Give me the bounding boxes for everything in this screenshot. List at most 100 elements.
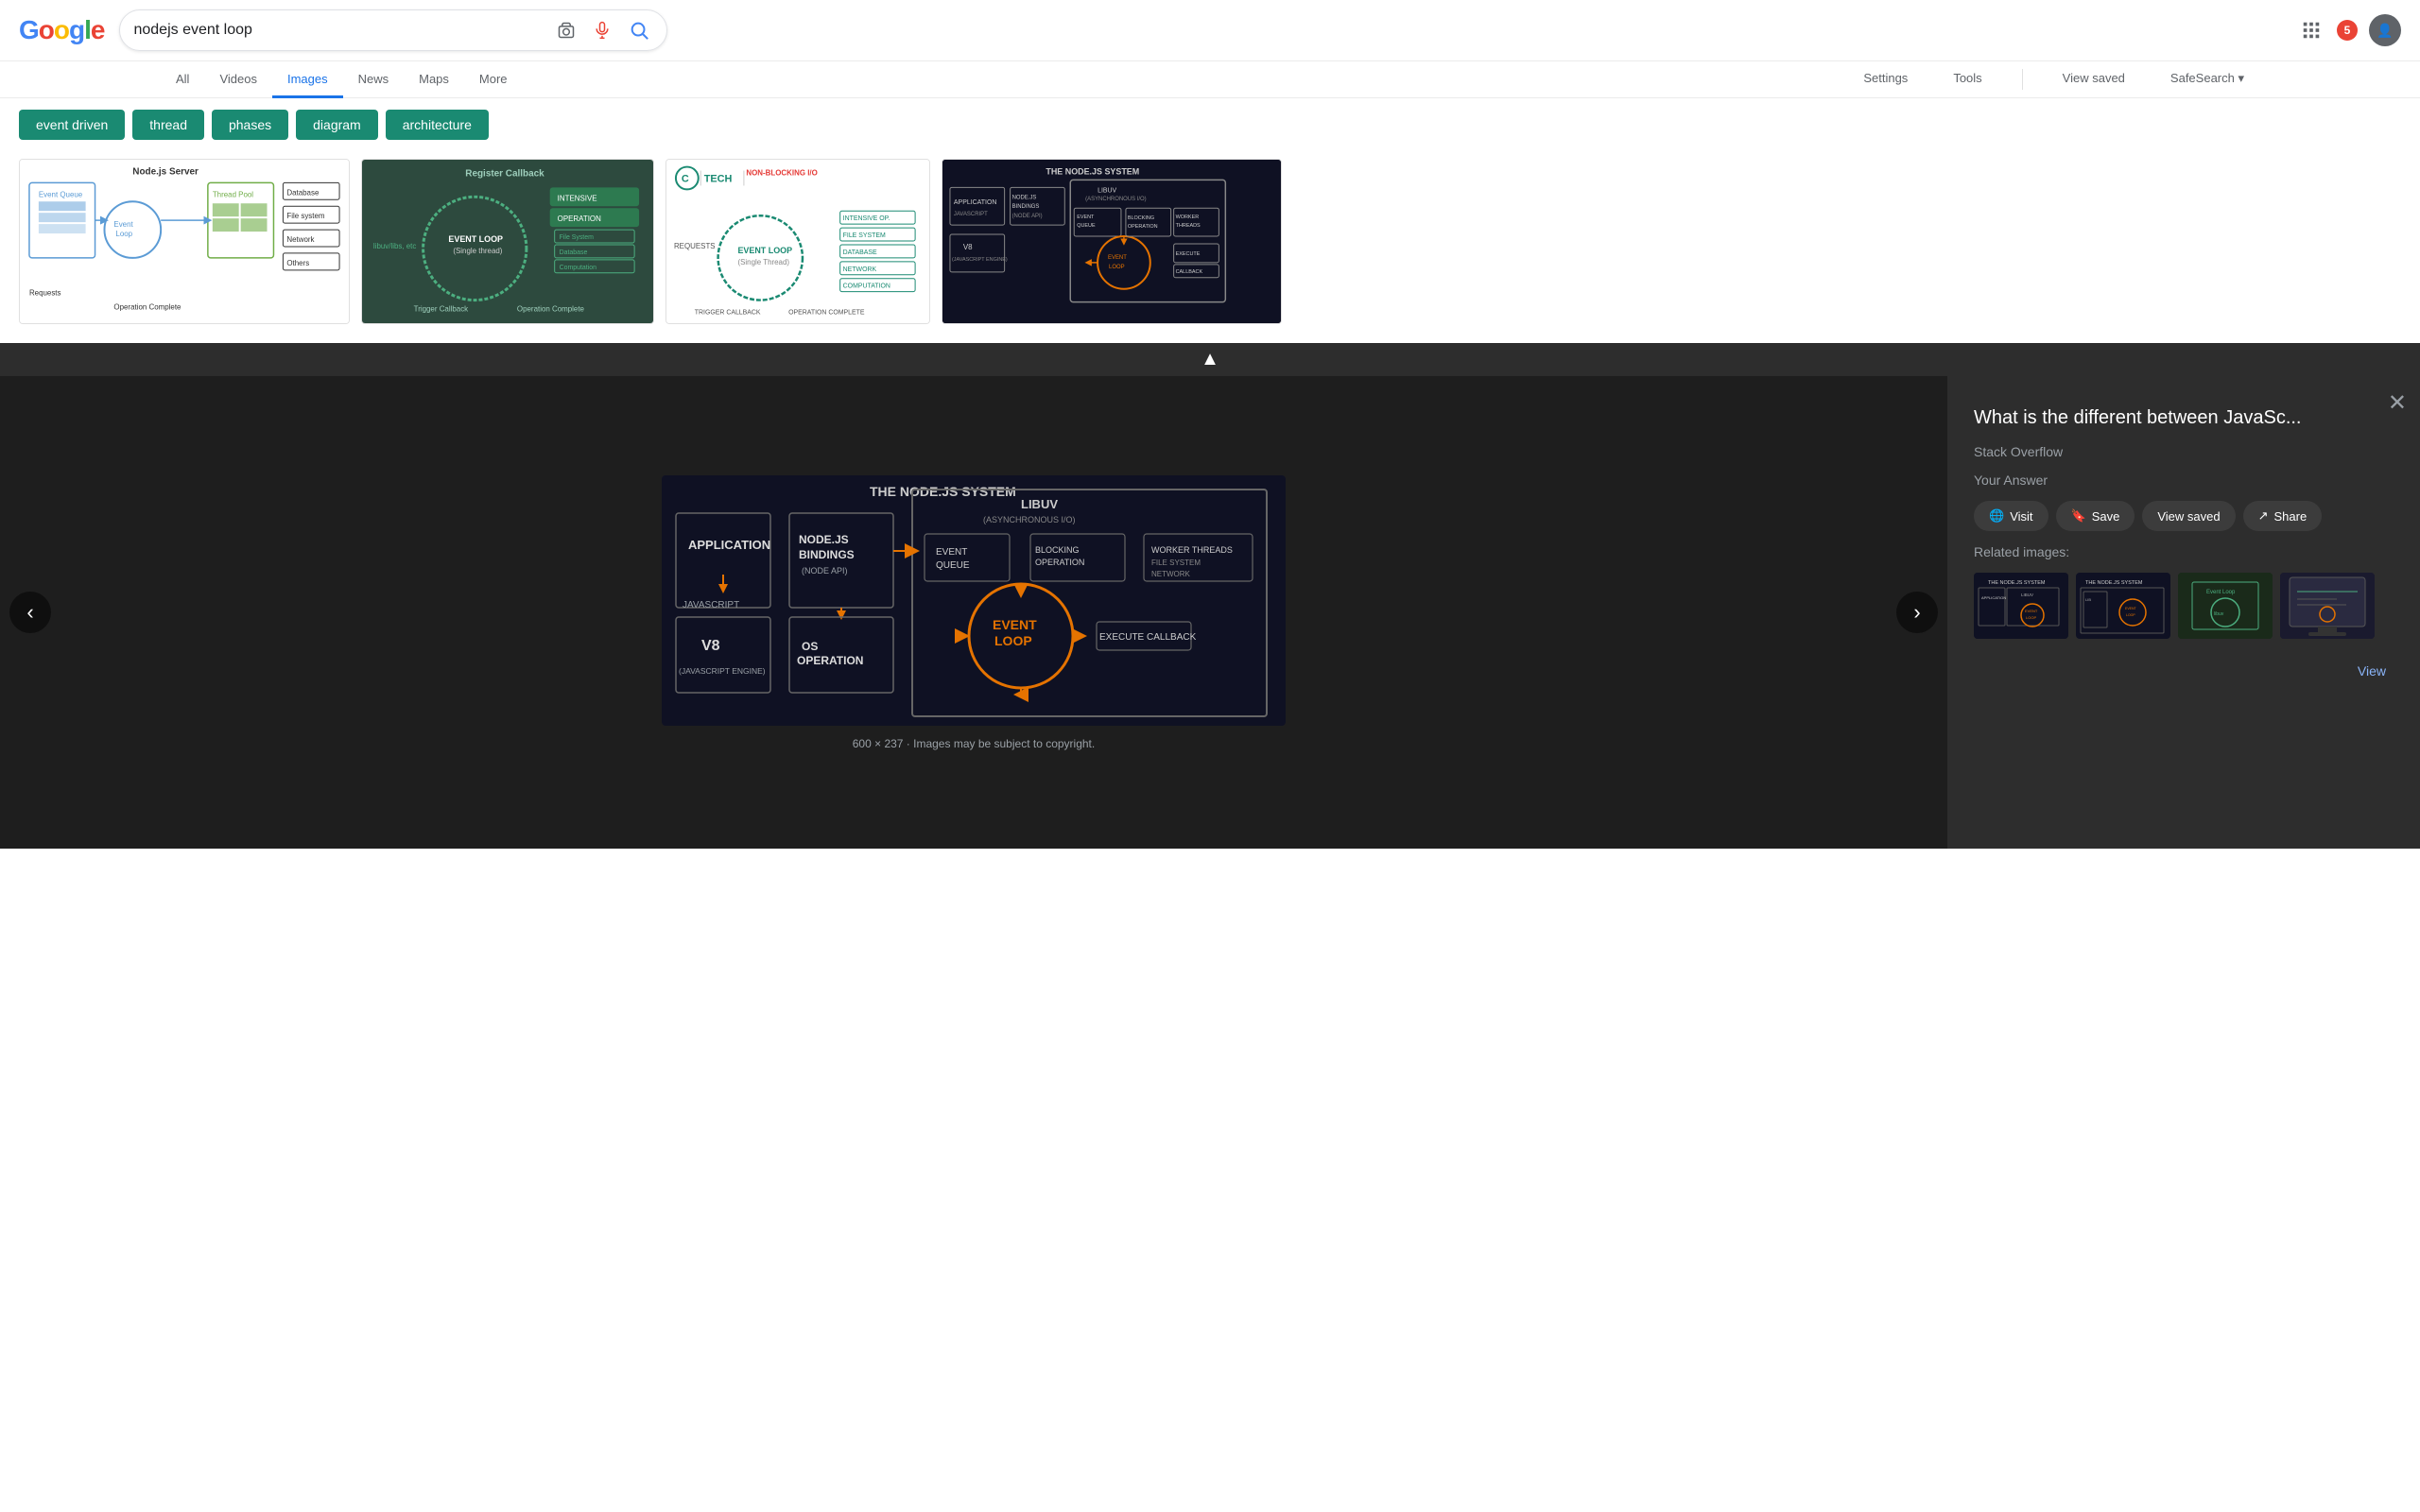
svg-text:Loop: Loop — [115, 230, 132, 238]
nav-maps[interactable]: Maps — [404, 62, 464, 98]
next-image-button[interactable]: › — [1896, 592, 1938, 633]
svg-text:WORKER THREADS: WORKER THREADS — [1151, 545, 1233, 555]
image-grid: Node.js Server Event Queue Thread Pool E… — [0, 151, 2420, 343]
save-button[interactable]: 🔖 Save — [2056, 501, 2135, 531]
chip-event-driven[interactable]: event driven — [19, 110, 125, 140]
svg-text:OS: OS — [802, 640, 818, 653]
svg-text:Requests: Requests — [29, 289, 61, 298]
svg-text:NODE.JS: NODE.JS — [799, 533, 849, 546]
svg-text:(JAVASCRIPT ENGINE): (JAVASCRIPT ENGINE) — [952, 257, 1008, 263]
svg-text:REQUESTS: REQUESTS — [674, 242, 716, 250]
svg-text:NETWORK: NETWORK — [1151, 570, 1191, 578]
notification-badge[interactable]: 5 — [2337, 20, 2358, 41]
chip-phases[interactable]: phases — [212, 110, 288, 140]
detail-title: What is the different between JavaSc... — [1974, 404, 2394, 431]
svg-text:OPERATION: OPERATION — [797, 654, 863, 667]
svg-text:Computation: Computation — [560, 265, 596, 271]
svg-text:Node.js Server: Node.js Server — [132, 166, 199, 177]
image-thumb-1[interactable]: Node.js Server Event Queue Thread Pool E… — [19, 159, 350, 324]
nav-news[interactable]: News — [343, 62, 405, 98]
svg-text:(ASYNCHRONOUS I/O): (ASYNCHRONOUS I/O) — [1085, 197, 1147, 202]
image-thumb-2[interactable]: Register Callback EVENT LOOP (Single thr… — [361, 159, 654, 324]
svg-text:BINDINGS: BINDINGS — [1012, 204, 1040, 210]
svg-text:THE NODE.JS SYSTEM: THE NODE.JS SYSTEM — [2085, 580, 2143, 586]
svg-text:BLOCKING: BLOCKING — [1035, 545, 1080, 555]
svg-text:WORKER: WORKER — [1176, 215, 1200, 220]
view-saved-button[interactable]: View saved — [2142, 501, 2235, 531]
svg-text:THE NODE.JS SYSTEM: THE NODE.JS SYSTEM — [1988, 580, 2046, 586]
svg-text:V8: V8 — [963, 243, 973, 251]
svg-text:C: C — [682, 173, 689, 184]
detail-sub: Your Answer — [1974, 472, 2394, 488]
svg-text:JAVASCRIPT: JAVASCRIPT — [954, 212, 988, 217]
svg-text:(JAVASCRIPT ENGINE): (JAVASCRIPT ENGINE) — [679, 666, 766, 676]
svg-text:THREADS: THREADS — [1176, 223, 1201, 229]
visit-button[interactable]: 🌐 Visit — [1974, 501, 2048, 531]
detail-panel: ✕ ‹ THE NODE.JS SYSTEM APPLICATION JAVAS… — [0, 376, 2420, 849]
svg-text:Event Loop: Event Loop — [2206, 590, 2236, 595]
svg-text:EXECUTE CALLBACK: EXECUTE CALLBACK — [1099, 632, 1197, 643]
share-button[interactable]: ↗ Share — [2243, 501, 2323, 531]
chip-architecture[interactable]: architecture — [386, 110, 489, 140]
image-thumb-3[interactable]: C TECH NON-BLOCKING I/O EVENT LOOP (Sing… — [666, 159, 930, 324]
svg-text:Operation Complete: Operation Complete — [517, 305, 585, 314]
svg-text:TECH: TECH — [704, 173, 733, 184]
nav-safe-search[interactable]: SafeSearch ▾ — [2155, 61, 2259, 98]
chip-thread[interactable]: thread — [132, 110, 204, 140]
svg-text:EVENT: EVENT — [1077, 215, 1095, 220]
svg-text:APPLICATION: APPLICATION — [688, 538, 770, 552]
svg-text:(ASYNCHRONOUS I/O): (ASYNCHRONOUS I/O) — [983, 515, 1076, 524]
nav-images[interactable]: Images — [272, 62, 343, 98]
svg-text:EVENT: EVENT — [2125, 607, 2137, 610]
svg-text:EVENT: EVENT — [993, 617, 1037, 632]
svg-text:Event Queue: Event Queue — [39, 190, 83, 198]
camera-search-button[interactable] — [553, 17, 579, 43]
svg-text:(NODE API): (NODE API) — [802, 566, 848, 576]
search-button[interactable] — [625, 16, 653, 44]
chip-diagram[interactable]: diagram — [296, 110, 378, 140]
svg-text:OPERATION: OPERATION — [558, 215, 601, 223]
svg-text:INTENSIVE OP.: INTENSIVE OP. — [843, 215, 890, 222]
svg-text:EVENT LOOP: EVENT LOOP — [448, 234, 503, 244]
prev-image-button[interactable]: ‹ — [9, 592, 51, 633]
nav-tools[interactable]: Tools — [1938, 61, 1996, 98]
voice-search-button[interactable] — [589, 17, 615, 43]
search-input[interactable] — [133, 22, 544, 39]
detail-main-image[interactable]: THE NODE.JS SYSTEM APPLICATION JAVASCRIP… — [662, 475, 1286, 726]
svg-text:APPLICATION: APPLICATION — [1981, 595, 2006, 600]
svg-text:BINDINGS: BINDINGS — [799, 548, 855, 561]
svg-text:BLOCKING: BLOCKING — [1128, 215, 1154, 221]
nav-videos[interactable]: Videos — [204, 62, 272, 98]
svg-text:LOOP: LOOP — [994, 633, 1032, 648]
related-thumb-3[interactable]: Event Loop libuv — [2178, 573, 2273, 639]
svg-text:EVENT: EVENT — [1108, 255, 1127, 261]
nav-view-saved[interactable]: View saved — [2048, 61, 2140, 98]
svg-text:File system: File system — [286, 212, 325, 220]
svg-text:EVENT LOOP: EVENT LOOP — [737, 246, 792, 255]
svg-text:libuv/libs, etc: libuv/libs, etc — [373, 242, 416, 250]
svg-text:File System: File System — [560, 234, 594, 241]
svg-text:LIB: LIB — [2085, 597, 2091, 602]
svg-text:OPERATION COMPLETE: OPERATION COMPLETE — [788, 309, 865, 316]
nav-all[interactable]: All — [161, 62, 204, 98]
close-button[interactable]: ✕ — [2388, 389, 2407, 417]
svg-text:LIBUV: LIBUV — [1021, 497, 1058, 511]
svg-text:OPERATION: OPERATION — [1035, 558, 1084, 567]
svg-text:(NODE API): (NODE API) — [1012, 214, 1043, 219]
nav-more[interactable]: More — [464, 62, 523, 98]
image-thumb-4[interactable]: THE NODE.JS SYSTEM APPLICATION JAVASCRIP… — [942, 159, 1282, 324]
expand-chevron-icon: ▲ — [1201, 349, 1219, 370]
related-thumb-4[interactable] — [2280, 573, 2375, 639]
related-thumb-1[interactable]: THE NODE.JS SYSTEM APPLICATION LIBUV EVE… — [1974, 573, 2068, 639]
svg-text:LIBUV: LIBUV — [2021, 593, 2033, 597]
apps-button[interactable] — [2297, 16, 2325, 44]
view-more-button[interactable]: View — [2350, 656, 2394, 686]
svg-text:NON-BLOCKING I/O: NON-BLOCKING I/O — [746, 169, 817, 178]
google-logo: Google — [19, 15, 104, 45]
nav-settings[interactable]: Settings — [1848, 61, 1923, 98]
svg-text:Thread Pool: Thread Pool — [213, 190, 253, 198]
avatar[interactable]: 👤 — [2369, 14, 2401, 46]
view-saved-label: View saved — [2157, 509, 2220, 524]
related-thumb-2[interactable]: THE NODE.JS SYSTEM LIB EVENT LOOP — [2076, 573, 2170, 639]
svg-text:INTENSIVE: INTENSIVE — [558, 194, 597, 202]
